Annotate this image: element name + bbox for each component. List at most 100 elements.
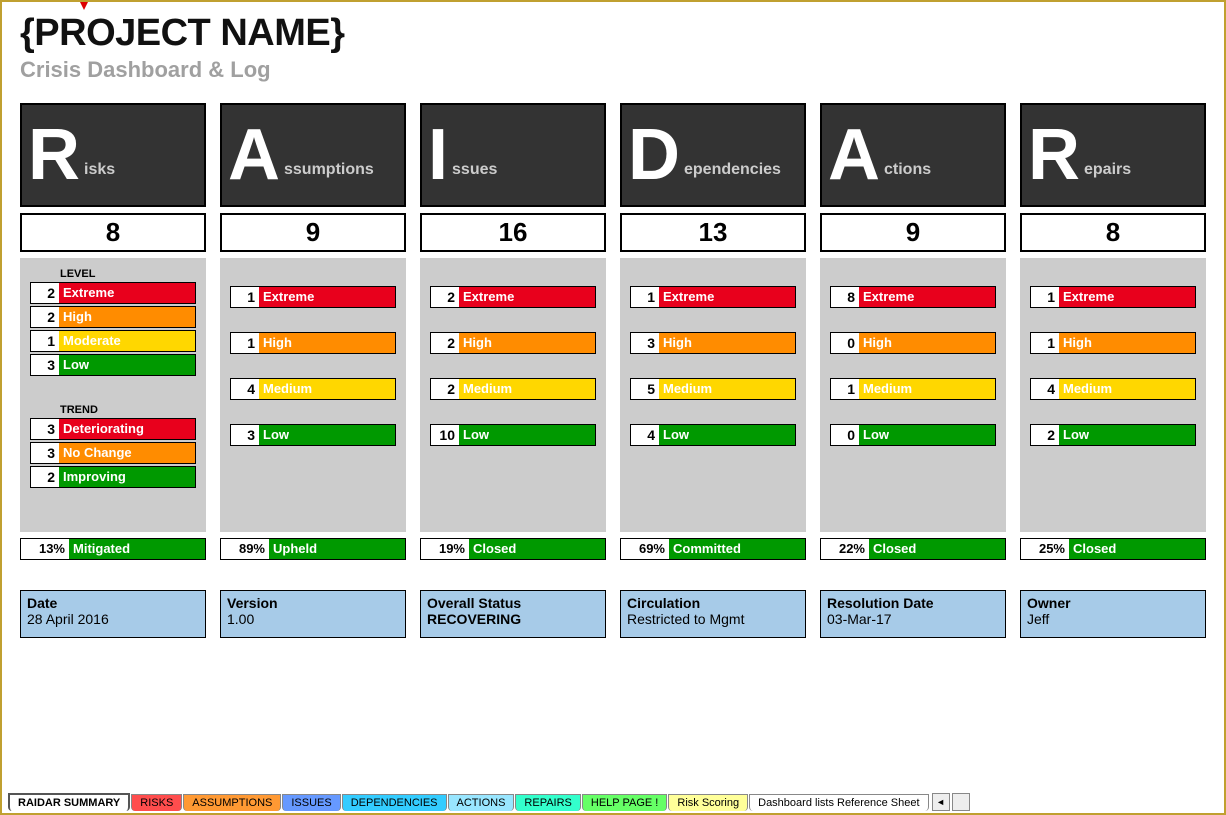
sheet-tab-8[interactable]: Risk Scoring bbox=[668, 794, 748, 811]
breakdown-name: Low bbox=[859, 425, 995, 445]
breakdown-count: 1 bbox=[1031, 287, 1059, 307]
breakdown-entry: 4Medium bbox=[1030, 378, 1196, 400]
project-title: {PROJECT NAME} bbox=[20, 12, 1206, 55]
column-header-1: Assumptions bbox=[220, 103, 406, 207]
sheet-tab-7[interactable]: HELP PAGE ! bbox=[582, 794, 667, 811]
breakdown-count: 1 bbox=[231, 333, 259, 353]
level-count: 3 bbox=[31, 355, 59, 375]
level-entry: 3Low bbox=[30, 354, 196, 376]
breakdown-entry: 2Medium bbox=[430, 378, 596, 400]
breakdown-name: Medium bbox=[859, 379, 995, 399]
breakdown-name: Extreme bbox=[1059, 287, 1195, 307]
tab-scroll-thumb[interactable] bbox=[952, 793, 970, 811]
info-value: Restricted to Mgmt bbox=[627, 611, 799, 627]
sheet-tab-6[interactable]: REPAIRS bbox=[515, 794, 580, 811]
breakdown-entry: 1Extreme bbox=[1030, 286, 1196, 308]
trend-count: 3 bbox=[31, 443, 59, 463]
breakdown-name: High bbox=[659, 333, 795, 353]
breakdown-name: High bbox=[459, 333, 595, 353]
status-item-3: 69%Committed bbox=[620, 538, 806, 560]
column-word: ssumptions bbox=[284, 161, 374, 179]
breakdown-column-3: 1Extreme3High5Medium4Low bbox=[620, 258, 806, 532]
info-key: Date bbox=[27, 595, 199, 611]
breakdown-entry: 2Extreme bbox=[430, 286, 596, 308]
trend-name: Improving bbox=[59, 467, 195, 487]
column-letter: I bbox=[428, 119, 448, 191]
column-count-2: 16 bbox=[420, 213, 606, 252]
info-box-2: Overall StatusRECOVERING bbox=[420, 590, 606, 638]
column-header-4: Actions bbox=[820, 103, 1006, 207]
status-label: Closed bbox=[469, 539, 605, 559]
sheet-tab-3[interactable]: ISSUES bbox=[282, 794, 340, 811]
column-letter: A bbox=[228, 119, 280, 191]
breakdown-column-1: 1Extreme1High4Medium3Low bbox=[220, 258, 406, 532]
tab-scroll-left-icon[interactable]: ◄ bbox=[932, 793, 950, 811]
column-letter: A bbox=[828, 119, 880, 191]
info-box-3: CirculationRestricted to Mgmt bbox=[620, 590, 806, 638]
breakdown-count: 10 bbox=[431, 425, 459, 445]
level-entry: 1Moderate bbox=[30, 330, 196, 352]
status-percent: 22% bbox=[821, 539, 869, 559]
breakdown-count: 2 bbox=[1031, 425, 1059, 445]
breakdown-entry: 1Medium bbox=[830, 378, 996, 400]
sheet-tab-9[interactable]: Dashboard lists Reference Sheet bbox=[749, 794, 928, 811]
info-value: 03-Mar-17 bbox=[827, 611, 999, 627]
info-value: 1.00 bbox=[227, 611, 399, 627]
status-item-2: 19%Closed bbox=[420, 538, 606, 560]
breakdown-entry: 4Low bbox=[630, 424, 796, 446]
column-letter: R bbox=[28, 119, 80, 191]
breakdown-count: 8 bbox=[831, 287, 859, 307]
breakdown-name: High bbox=[859, 333, 995, 353]
status-label: Closed bbox=[1069, 539, 1205, 559]
sheet-tab-0[interactable]: RAIDAR SUMMARY bbox=[8, 793, 130, 811]
trend-name: Deteriorating bbox=[59, 419, 195, 439]
sheet-tab-5[interactable]: ACTIONS bbox=[448, 794, 515, 811]
column-word: epairs bbox=[1084, 161, 1131, 179]
info-box-4: Resolution Date03-Mar-17 bbox=[820, 590, 1006, 638]
status-percent: 69% bbox=[621, 539, 669, 559]
trend-entry: 2Improving bbox=[30, 466, 196, 488]
level-name: Extreme bbox=[59, 283, 195, 303]
trend-count: 3 bbox=[31, 419, 59, 439]
column-word: ependencies bbox=[684, 161, 781, 179]
risks-column: LEVEL2Extreme2High1Moderate3LowTREND3Det… bbox=[20, 258, 206, 532]
breakdown-count: 3 bbox=[631, 333, 659, 353]
column-count-1: 9 bbox=[220, 213, 406, 252]
insertion-marker-icon bbox=[80, 2, 88, 10]
breakdown-count: 0 bbox=[831, 333, 859, 353]
breakdown-name: Extreme bbox=[459, 287, 595, 307]
breakdown-count: 4 bbox=[1031, 379, 1059, 399]
trend-label: TREND bbox=[30, 400, 196, 418]
trend-count: 2 bbox=[31, 467, 59, 487]
sheet-tab-1[interactable]: RISKS bbox=[131, 794, 182, 811]
info-box-1: Version1.00 bbox=[220, 590, 406, 638]
column-header-2: Issues bbox=[420, 103, 606, 207]
breakdown-count: 1 bbox=[231, 287, 259, 307]
column-count-5: 8 bbox=[1020, 213, 1206, 252]
breakdown-entry: 1High bbox=[230, 332, 396, 354]
level-entry: 2High bbox=[30, 306, 196, 328]
sheet-tab-2[interactable]: ASSUMPTIONS bbox=[183, 794, 281, 811]
status-label: Committed bbox=[669, 539, 805, 559]
breakdown-name: Medium bbox=[1059, 379, 1195, 399]
breakdown-name: Low bbox=[1059, 425, 1195, 445]
column-header-3: Dependencies bbox=[620, 103, 806, 207]
sheet-tab-4[interactable]: DEPENDENCIES bbox=[342, 794, 447, 811]
breakdown-entry: 5Medium bbox=[630, 378, 796, 400]
breakdown-entry: 3High bbox=[630, 332, 796, 354]
status-item-1: 89%Upheld bbox=[220, 538, 406, 560]
level-name: Moderate bbox=[59, 331, 195, 351]
status-item-4: 22%Closed bbox=[820, 538, 1006, 560]
breakdown-entry: 8Extreme bbox=[830, 286, 996, 308]
breakdown-name: Medium bbox=[259, 379, 395, 399]
breakdown-entry: 1Extreme bbox=[230, 286, 396, 308]
column-count-3: 13 bbox=[620, 213, 806, 252]
trend-entry: 3No Change bbox=[30, 442, 196, 464]
column-header-0: Risks bbox=[20, 103, 206, 207]
column-word: isks bbox=[84, 161, 115, 179]
breakdown-name: Extreme bbox=[659, 287, 795, 307]
level-count: 1 bbox=[31, 331, 59, 351]
breakdown-name: Low bbox=[659, 425, 795, 445]
breakdown-entry: 4Medium bbox=[230, 378, 396, 400]
trend-entry: 3Deteriorating bbox=[30, 418, 196, 440]
